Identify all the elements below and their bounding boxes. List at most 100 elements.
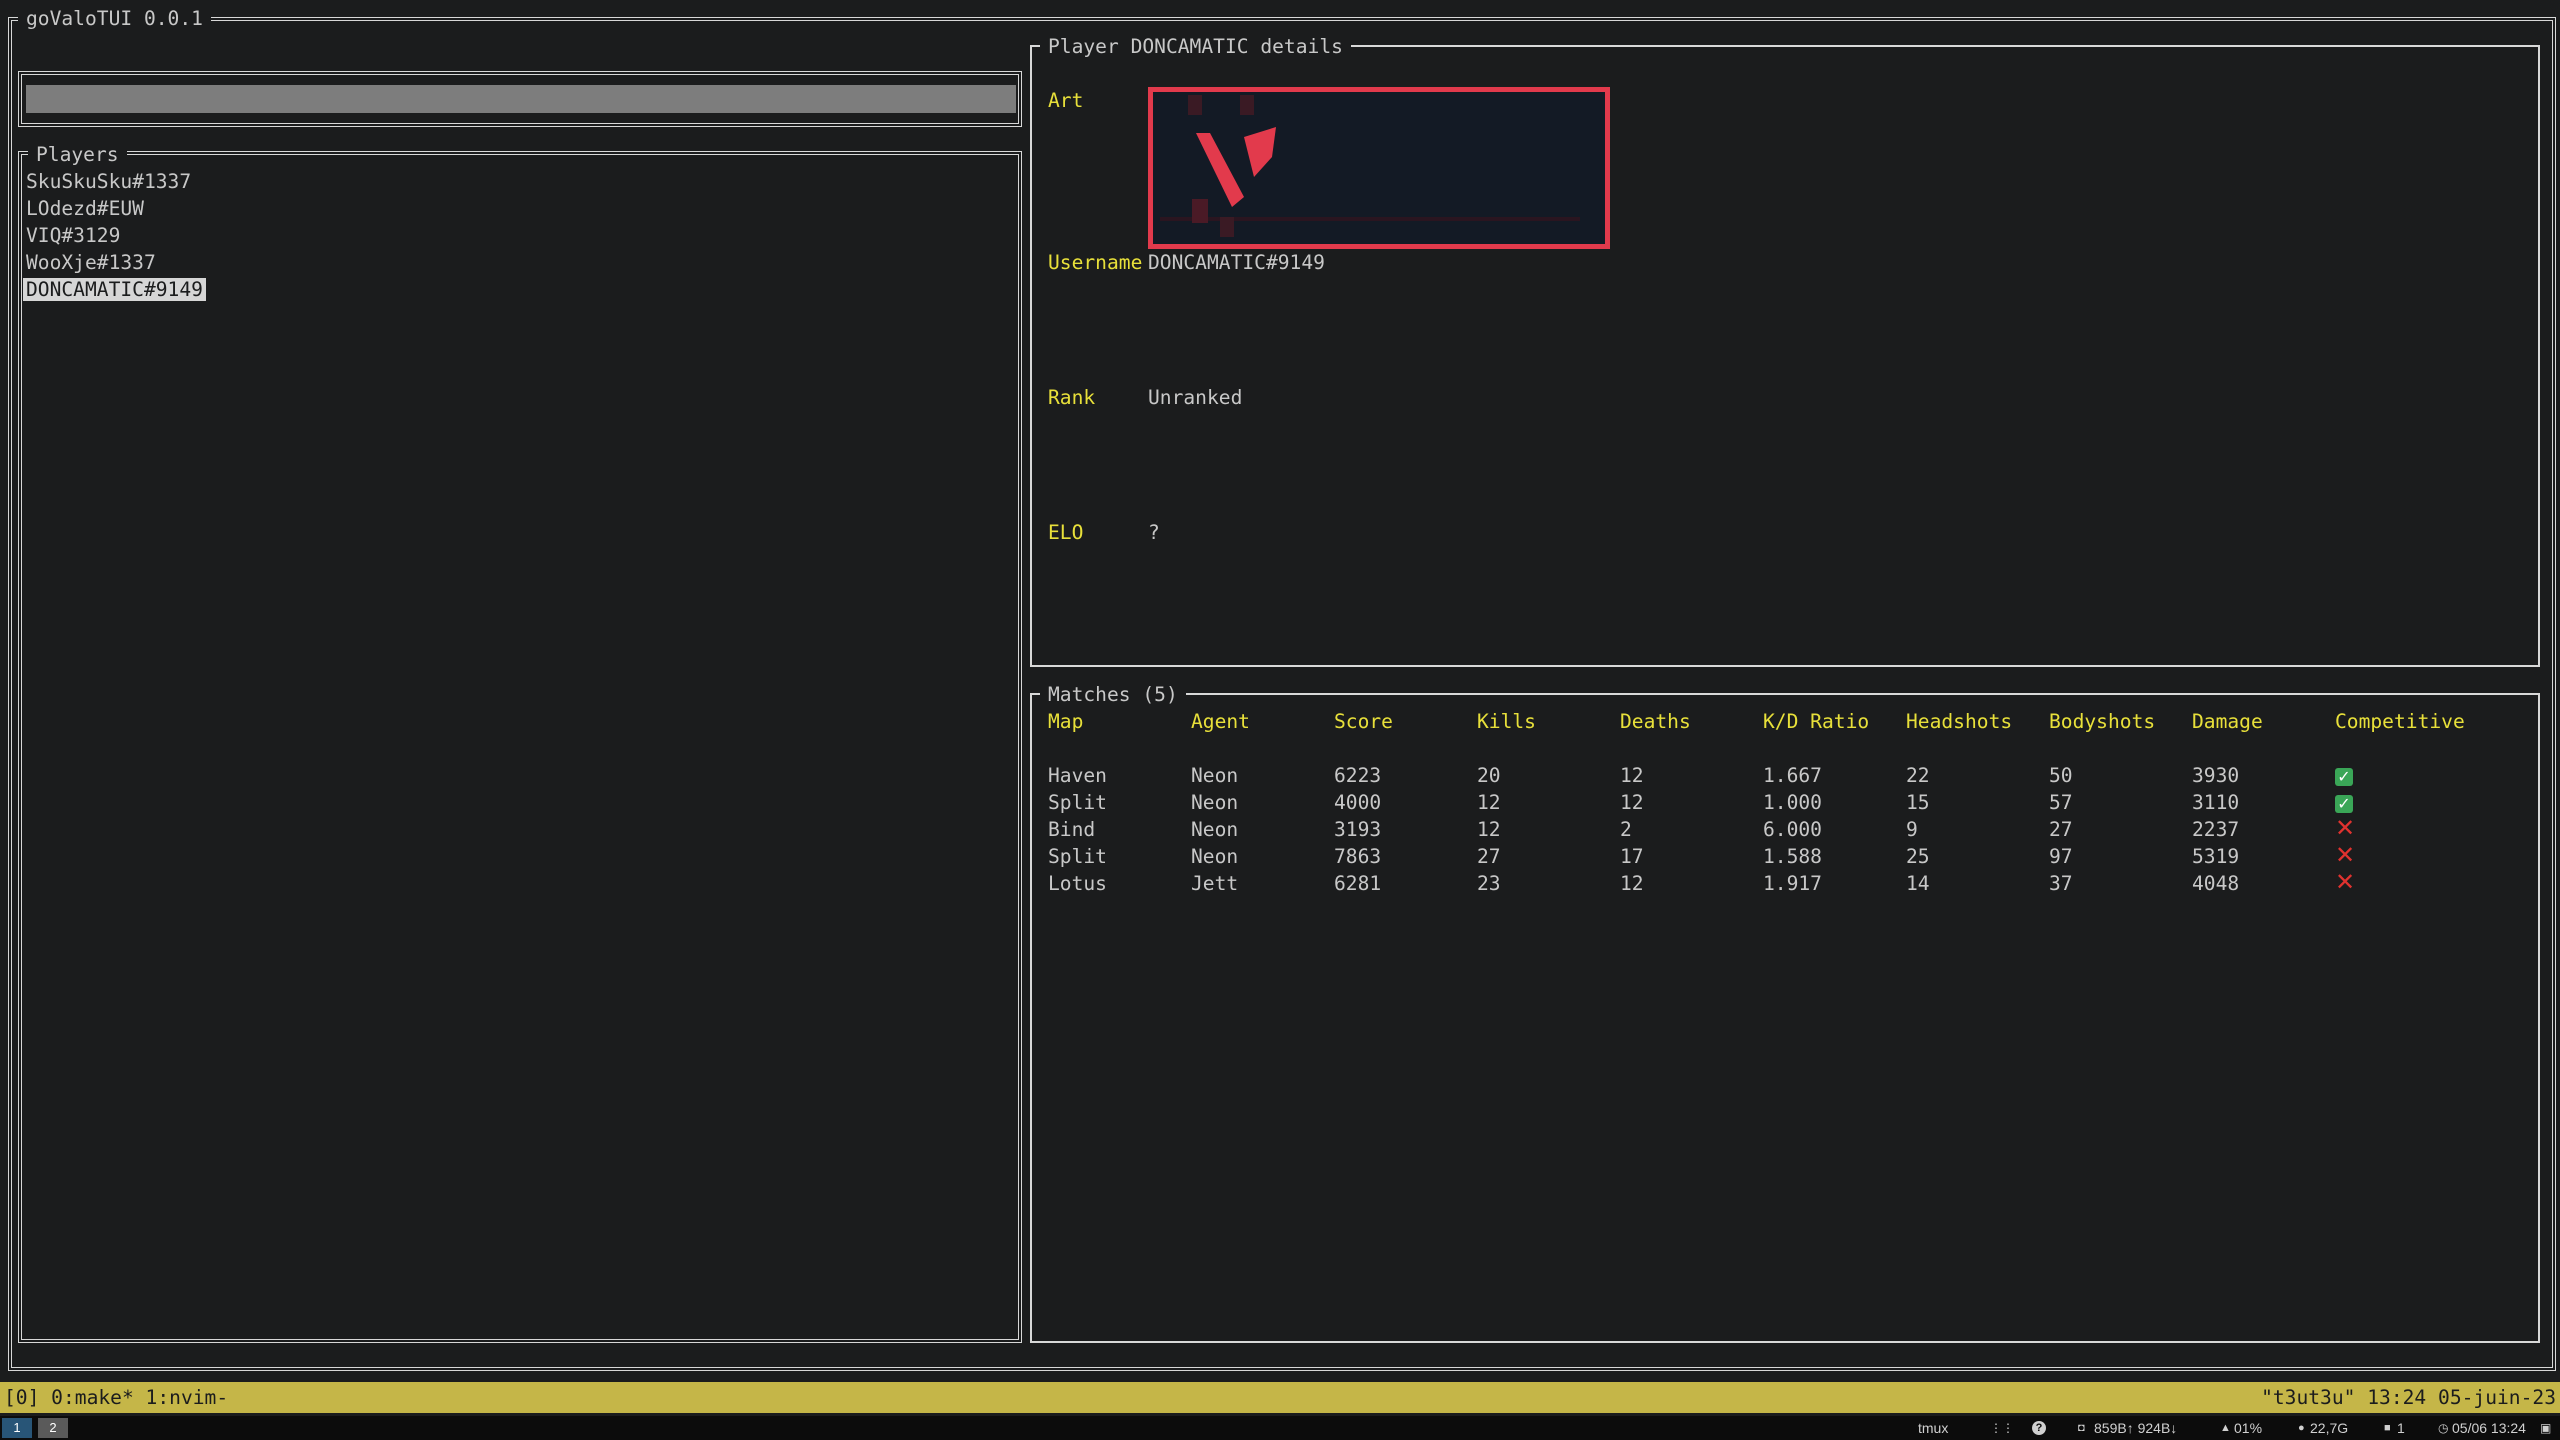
clock[interactable]: 05/06 13:24	[2452, 1416, 2526, 1440]
agent-cell: Neon	[1191, 845, 1239, 868]
art-label: Art	[1048, 89, 1084, 112]
agent-cell: Jett	[1191, 872, 1239, 895]
column-header: Kills	[1477, 710, 1536, 733]
tmux-windows[interactable]: [0] 0:make* 1:nvim-	[4, 1382, 228, 1413]
deaths-cell: 2	[1620, 818, 1632, 841]
score-cell: 6223	[1334, 764, 1382, 787]
network-icon: ◘	[2078, 1422, 2085, 1434]
competitive-cell: ✓	[2335, 762, 2353, 789]
column-header: Deaths	[1620, 710, 1691, 733]
memory-usage: 22,7G	[2310, 1420, 2349, 1436]
column-header: Damage	[2192, 710, 2263, 733]
kd-cell: 1.917	[1763, 872, 1822, 895]
tray-icon[interactable]: ▣	[2540, 1416, 2551, 1440]
kills-cell: 20	[1477, 764, 1501, 787]
agent-cell: Neon	[1191, 764, 1239, 787]
map-cell: Bind	[1048, 818, 1096, 841]
map-cell: Split	[1048, 845, 1107, 868]
map-cell: Split	[1048, 791, 1107, 814]
player-item[interactable]: SkuSkuSku#1337	[26, 168, 191, 195]
cpu-icon: ▲	[2220, 1422, 2231, 1434]
matches-title: Matches (5)	[1040, 683, 1186, 707]
kills-cell: 27	[1477, 845, 1501, 868]
kills-cell: 12	[1477, 818, 1501, 841]
deaths-cell: 17	[1620, 845, 1644, 868]
rank-label: Rank	[1048, 386, 1096, 409]
damage-cell: 5319	[2192, 845, 2240, 868]
kd-cell: 1.667	[1763, 764, 1822, 787]
damage-cell: 2237	[2192, 818, 2240, 841]
column-header: Bodyshots	[2049, 710, 2156, 733]
agent-cell: Neon	[1191, 818, 1239, 841]
kd-cell: 1.000	[1763, 791, 1822, 814]
tmux-session-info: "t3ut3u" 13:24 05-juin-23	[2261, 1386, 2556, 1409]
headshots-cell: 14	[1906, 872, 1930, 895]
cpu-usage: 01%	[2234, 1420, 2263, 1436]
players-title: Players	[28, 143, 127, 167]
notification-icon[interactable]: ■	[2384, 1416, 2391, 1440]
map-cell: Lotus	[1048, 872, 1107, 895]
username-label: Username	[1048, 251, 1143, 274]
bodyshots-cell: 97	[2049, 845, 2073, 868]
bodyshots-cell: 57	[2049, 791, 2073, 814]
competitive-cell: ✕	[2335, 843, 2355, 870]
check-icon: ✓	[2335, 795, 2353, 813]
kills-cell: 12	[1477, 791, 1501, 814]
deaths-cell: 12	[1620, 764, 1644, 787]
damage-cell: 3110	[2192, 791, 2240, 814]
column-header: K/D Ratio	[1763, 710, 1870, 733]
headshots-cell: 15	[1906, 791, 1930, 814]
clock-icon: ◷	[2438, 1421, 2449, 1435]
player-item-selected[interactable]: DONCAMATIC#9149	[23, 276, 206, 303]
player-item[interactable]: LOdezd#EUW	[26, 195, 144, 222]
bodyshots-cell: 50	[2049, 764, 2073, 787]
score-cell: 7863	[1334, 845, 1382, 868]
column-header: Headshots	[1906, 710, 2013, 733]
damage-cell: 3930	[2192, 764, 2240, 787]
bodyshots-cell: 37	[2049, 872, 2073, 895]
check-icon: ✓	[2335, 768, 2353, 786]
workspace-button-2[interactable]: 2	[38, 1418, 68, 1438]
bodyshots-cell: 27	[2049, 818, 2073, 841]
cross-icon: ✕	[2335, 841, 2356, 869]
headshots-cell: 9	[1906, 818, 1918, 841]
player-item[interactable]: WooXje#1337	[26, 249, 156, 276]
players-panel	[18, 151, 1022, 1343]
search-input[interactable]	[26, 85, 1016, 113]
headshots-cell: 25	[1906, 845, 1930, 868]
headshots-cell: 22	[1906, 764, 1930, 787]
network-traffic: 859B↑ 924B↓	[2094, 1420, 2178, 1436]
column-header: Map	[1048, 710, 1084, 733]
competitive-cell: ✕	[2335, 816, 2355, 843]
rank-value: Unranked	[1148, 386, 1243, 409]
column-header: Score	[1334, 710, 1393, 733]
system-taskbar: 1 2 tmux ⋮⋮ ? ◘ 859B↑ 924B↓ ▲ 01% ● 22,7…	[0, 1416, 2560, 1440]
score-cell: 6281	[1334, 872, 1382, 895]
competitive-cell: ✕	[2335, 870, 2355, 897]
username-value: DONCAMATIC#9149	[1148, 251, 1325, 274]
cross-icon: ✕	[2335, 814, 2356, 842]
player-art-image	[1147, 86, 1611, 250]
map-cell: Haven	[1048, 764, 1107, 787]
active-app-name: tmux	[1918, 1420, 1949, 1436]
damage-cell: 4048	[2192, 872, 2240, 895]
kd-cell: 1.588	[1763, 845, 1822, 868]
elo-label: ELO	[1048, 521, 1084, 544]
kills-cell: 23	[1477, 872, 1501, 895]
cross-icon: ✕	[2335, 868, 2356, 896]
score-cell: 3193	[1334, 818, 1382, 841]
kd-cell: 6.000	[1763, 818, 1822, 841]
score-cell: 4000	[1334, 791, 1382, 814]
grid-icon[interactable]: ⋮⋮	[1990, 1416, 2014, 1440]
help-icon[interactable]: ?	[2032, 1421, 2046, 1435]
tmux-status-bar: [0] 0:make* 1:nvim- "t3ut3u" 13:24 05-ju…	[0, 1382, 2560, 1413]
elo-value: ?	[1148, 521, 1160, 544]
memory-icon: ●	[2298, 1422, 2305, 1434]
workspace-button-1[interactable]: 1	[2, 1418, 32, 1438]
notification-count: 1	[2397, 1420, 2405, 1436]
valorant-logo-icon	[1147, 86, 1611, 250]
competitive-cell: ✓	[2335, 789, 2353, 816]
column-header: Competitive	[2335, 710, 2465, 733]
column-header: Agent	[1191, 710, 1250, 733]
player-item[interactable]: VIQ#3129	[26, 222, 120, 249]
